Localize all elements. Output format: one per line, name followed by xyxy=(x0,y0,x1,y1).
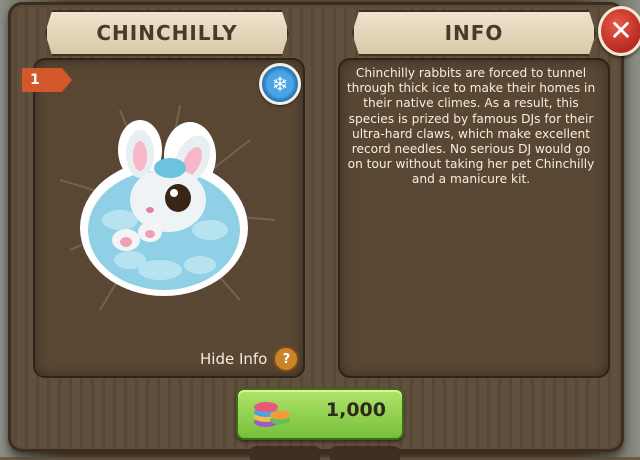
chinchilly-pet-image xyxy=(60,104,276,311)
hide-info-label: Hide Info xyxy=(200,350,268,368)
close-icon: ✕ xyxy=(609,14,633,47)
pet-description: Chinchilly rabbits are forced to tunnel … xyxy=(346,66,596,187)
bottom-tab-left xyxy=(250,446,320,460)
info-title: INFO xyxy=(352,10,596,56)
owned-count-badge: 1 xyxy=(22,68,72,92)
hide-info-button[interactable]: Hide Info ? xyxy=(200,346,300,372)
snowflake-icon: ❄ xyxy=(259,63,301,105)
pet-name-title: CHINCHILLY xyxy=(45,10,289,56)
question-icon[interactable]: ? xyxy=(273,346,300,372)
close-button[interactable]: ✕ xyxy=(598,6,640,56)
bottom-tab-right xyxy=(330,446,400,460)
price-amount: 1,000 xyxy=(325,399,386,421)
gem-coins-icon xyxy=(254,402,290,427)
owned-count: 1 xyxy=(30,72,40,88)
